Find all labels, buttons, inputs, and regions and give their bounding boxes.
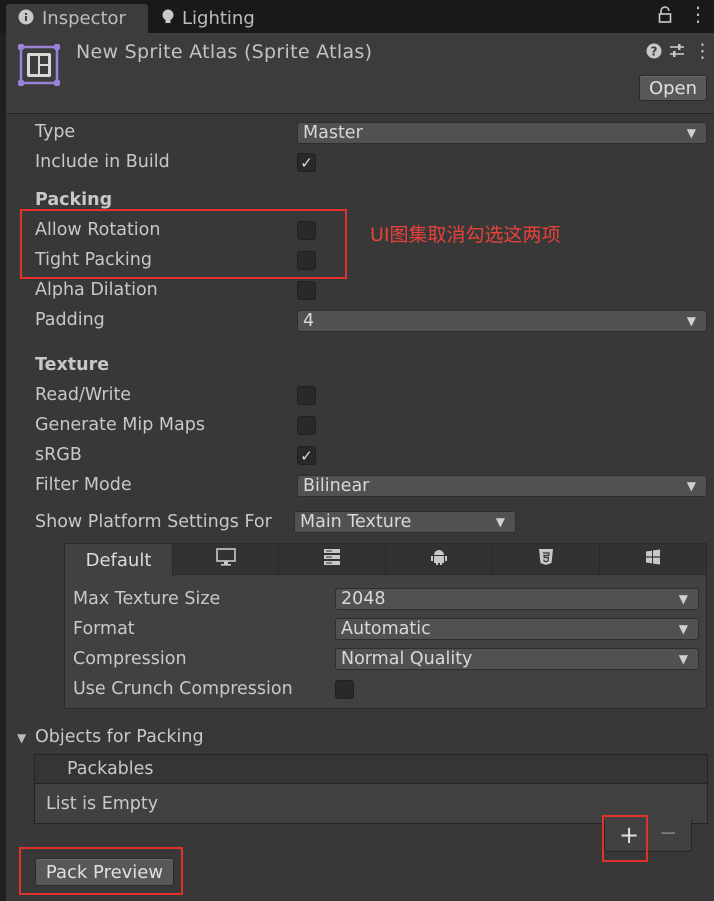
srgb-checkbox[interactable]: ✓	[297, 446, 316, 465]
type-value: Master	[303, 123, 363, 143]
include-in-build-checkbox[interactable]: ✓	[297, 153, 316, 172]
generate-mip-maps-label: Generate Mip Maps	[35, 415, 205, 435]
compression-value: Normal Quality	[341, 649, 473, 669]
platform-settings-dropdown[interactable]: Main Texture ▼	[294, 511, 516, 533]
padding-value: 4	[303, 311, 315, 331]
platform-tab-webgl[interactable]	[491, 543, 600, 575]
objects-for-packing-label[interactable]: Objects for Packing	[35, 727, 204, 747]
max-texture-size-value: 2048	[341, 589, 386, 609]
filter-mode-value: Bilinear	[303, 476, 370, 496]
left-edge-strip	[0, 33, 6, 901]
generate-mip-maps-checkbox[interactable]	[297, 416, 316, 435]
alpha-dilation-checkbox[interactable]	[297, 281, 316, 300]
type-dropdown[interactable]: Master ▼	[297, 122, 707, 144]
windows-icon	[645, 549, 661, 570]
chevron-down-icon: ▼	[495, 515, 505, 529]
platform-settings-value: Main Texture	[300, 512, 412, 532]
texture-section-title: Texture	[35, 355, 110, 375]
platform-tab-default[interactable]: Default	[64, 543, 173, 576]
chevron-down-icon: ▼	[678, 652, 688, 666]
checkmark-icon: ✓	[300, 446, 313, 465]
max-texture-size-label: Max Texture Size	[73, 589, 221, 609]
checkmark-icon: ✓	[300, 153, 313, 172]
platform-tab-server[interactable]	[278, 543, 386, 575]
kebab-menu-icon[interactable]: ⋮	[688, 4, 708, 24]
platform-tab-windows[interactable]	[599, 543, 707, 575]
chevron-down-icon: ▼	[678, 622, 688, 636]
svg-text:?: ?	[651, 45, 658, 59]
alpha-dilation-label: Alpha Dilation	[35, 280, 158, 300]
format-value: Automatic	[341, 619, 431, 639]
html5-icon	[538, 548, 554, 571]
padding-label: Padding	[35, 310, 105, 330]
read-write-label: Read/Write	[35, 385, 132, 405]
platform-tab-default-label: Default	[85, 549, 152, 571]
format-dropdown[interactable]: Automatic ▼	[335, 618, 699, 640]
filter-mode-label: Filter Mode	[35, 475, 132, 495]
type-label: Type	[35, 122, 76, 142]
max-texture-size-dropdown[interactable]: 2048 ▼	[335, 588, 699, 610]
srgb-label: sRGB	[35, 445, 82, 465]
highlight-box-pack-preview	[19, 847, 183, 895]
use-crunch-label: Use Crunch Compression	[73, 679, 293, 699]
compression-dropdown[interactable]: Normal Quality ▼	[335, 648, 699, 670]
include-in-build-label: Include in Build	[35, 152, 170, 172]
list-empty-text: List is Empty	[46, 794, 159, 814]
presets-icon[interactable]	[669, 43, 685, 64]
foldout-arrow-icon[interactable]: ▼	[17, 731, 26, 745]
server-icon	[323, 548, 341, 571]
chevron-down-icon: ▼	[686, 126, 696, 140]
packing-section-title: Packing	[35, 190, 113, 210]
platform-settings-label: Show Platform Settings For	[35, 512, 272, 532]
tab-lighting-label: Lighting	[182, 8, 255, 29]
use-crunch-checkbox[interactable]	[335, 680, 354, 699]
monitor-icon	[215, 547, 236, 571]
lock-icon[interactable]	[658, 6, 672, 29]
tab-inspector[interactable]: Inspector	[6, 4, 148, 33]
padding-dropdown[interactable]: 4 ▼	[297, 310, 707, 332]
open-button[interactable]: Open	[639, 75, 707, 101]
sprite-atlas-icon	[17, 43, 61, 87]
format-label: Format	[73, 619, 135, 639]
platform-tab-standalone[interactable]	[172, 543, 279, 575]
filter-mode-dropdown[interactable]: Bilinear ▼	[297, 475, 707, 497]
compression-label: Compression	[73, 649, 187, 669]
tab-lighting[interactable]: Lighting	[162, 4, 255, 33]
annotation-text: UI图集取消勾选这两项	[370, 224, 561, 246]
remove-item-button[interactable]: −	[659, 821, 677, 846]
read-write-checkbox[interactable]	[297, 386, 316, 405]
chevron-down-icon: ▼	[678, 592, 688, 606]
header-kebab-icon[interactable]: ⋮	[693, 40, 712, 62]
help-icon[interactable]: ?	[646, 43, 662, 64]
asset-title: New Sprite Atlas (Sprite Atlas)	[76, 41, 373, 63]
highlight-box-add	[602, 815, 648, 862]
highlight-box-packing	[20, 209, 347, 279]
android-icon	[430, 548, 448, 571]
bulb-icon	[162, 9, 174, 29]
info-icon	[18, 9, 34, 29]
chevron-down-icon: ▼	[686, 314, 696, 328]
tab-inspector-label: Inspector	[42, 8, 126, 29]
packables-header-label: Packables	[67, 759, 154, 779]
platform-tab-android[interactable]	[385, 543, 492, 575]
chevron-down-icon: ▼	[686, 479, 696, 493]
